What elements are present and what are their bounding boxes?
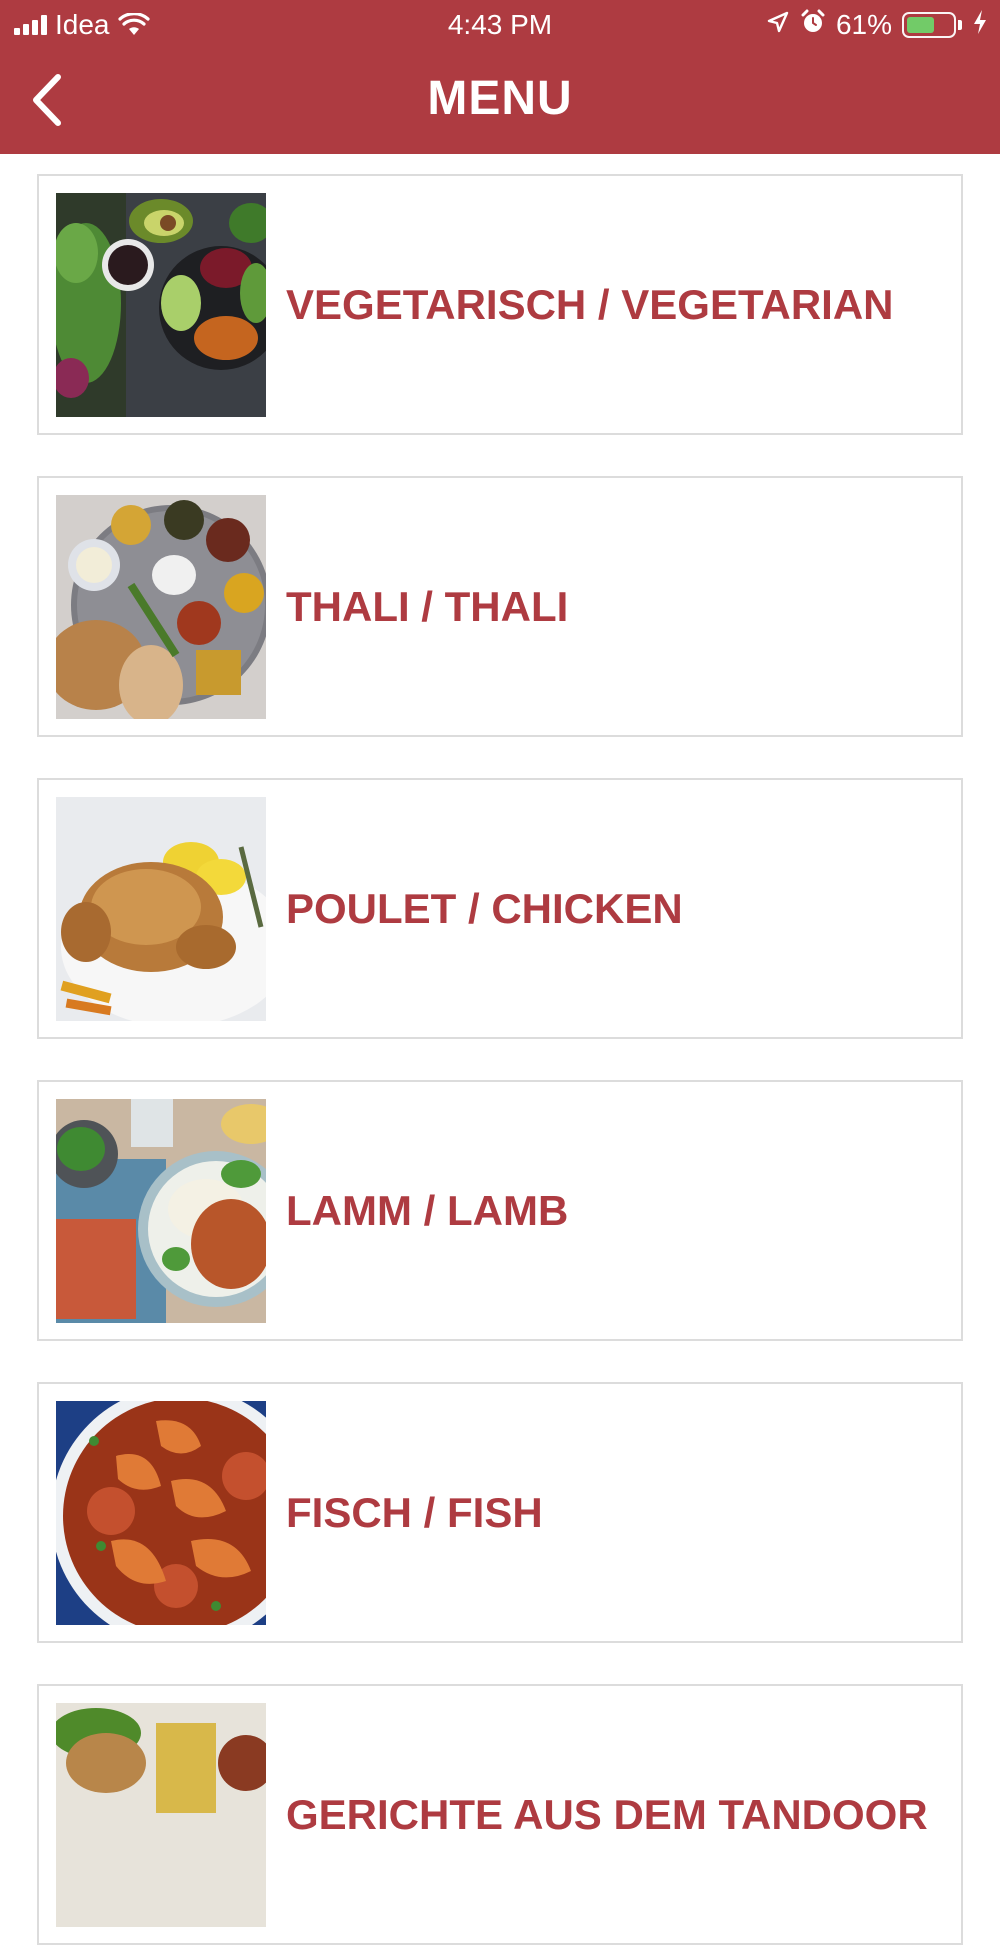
app-header: Idea 4:43 PM 61% MENU xyxy=(0,0,1000,154)
menu-item-label: FISCH / FISH xyxy=(286,1488,543,1536)
battery-icon xyxy=(902,12,956,38)
status-right: 61% xyxy=(766,8,988,42)
menu-item-label: POULET / CHICKEN xyxy=(286,884,683,932)
signal-icon xyxy=(14,15,47,35)
lamb-curry-photo xyxy=(56,1099,266,1323)
battery-level-fill xyxy=(907,17,934,33)
roast-chicken-photo xyxy=(56,797,266,1021)
battery-percent: 61% xyxy=(835,9,892,40)
thali-platter-photo xyxy=(56,495,266,719)
battery-cap xyxy=(958,20,962,30)
menu-item-label: LAMM / LAMB xyxy=(286,1186,569,1234)
menu-item-chicken[interactable]: POULET / CHICKEN xyxy=(37,778,963,1039)
vegetarian-bowl-photo xyxy=(56,193,266,417)
menu-item-fish[interactable]: FISCH / FISH xyxy=(37,1382,963,1643)
shrimp-curry-photo xyxy=(56,1401,266,1625)
tandoor-dish-photo xyxy=(56,1703,266,1927)
chevron-left-icon xyxy=(33,74,61,126)
page-title: MENU xyxy=(427,72,573,125)
menu-item-thali[interactable]: THALI / THALI xyxy=(37,476,963,737)
charging-bolt-icon xyxy=(972,9,988,42)
alarm-icon xyxy=(800,9,826,42)
back-button[interactable] xyxy=(22,70,72,130)
menu-item-lamb[interactable]: LAMM / LAMB xyxy=(37,1080,963,1341)
menu-item-tandoor[interactable]: GERICHTE AUS DEM TANDOOR xyxy=(37,1684,963,1945)
carrier-name: Idea xyxy=(55,9,110,40)
status-bar: Idea 4:43 PM 61% xyxy=(0,0,1000,50)
menu-item-vegetarian[interactable]: VEGETARISCH / VEGETARIAN xyxy=(37,174,963,435)
status-left: Idea xyxy=(14,8,150,42)
location-arrow-icon xyxy=(766,9,790,41)
menu-item-label: THALI / THALI xyxy=(286,582,569,630)
menu-item-label: GERICHTE AUS DEM TANDOOR xyxy=(286,1790,928,1838)
menu-item-label: VEGETARISCH / VEGETARIAN xyxy=(286,280,894,328)
wifi-icon xyxy=(117,13,150,37)
